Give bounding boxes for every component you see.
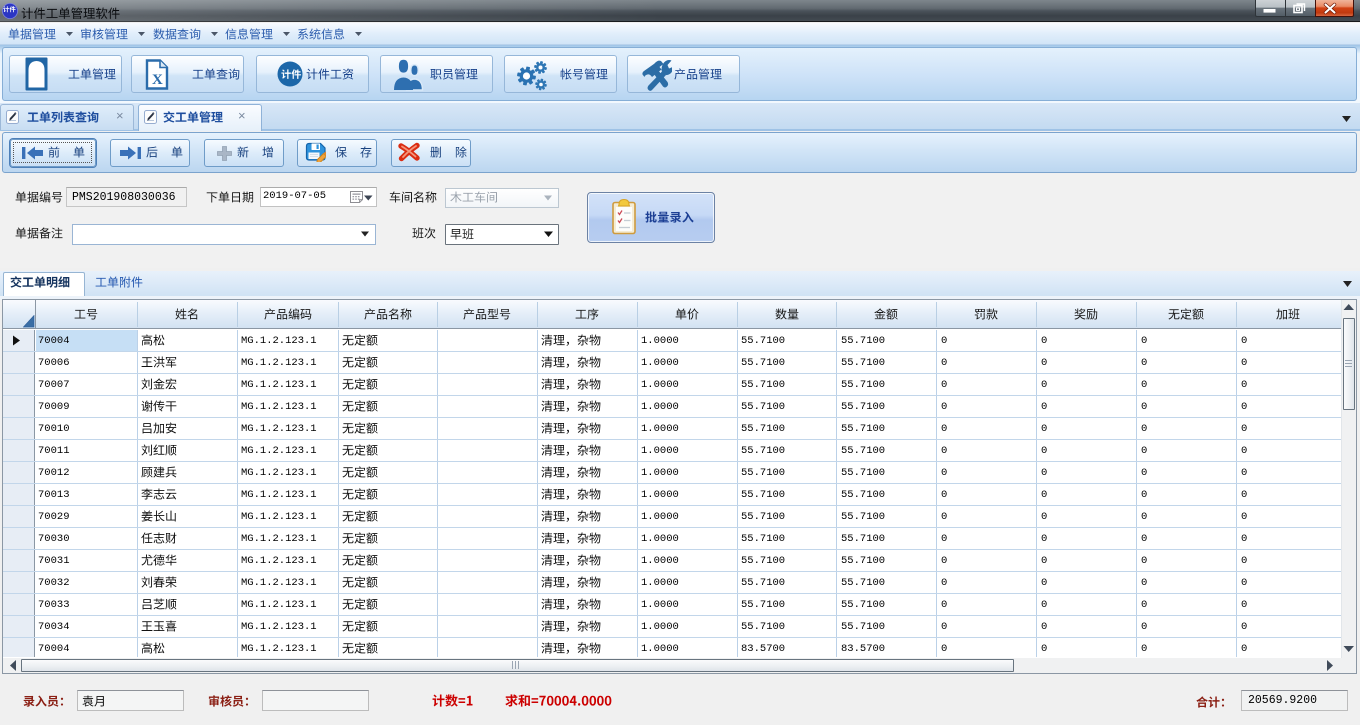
svg-text:X: X: [152, 72, 163, 88]
